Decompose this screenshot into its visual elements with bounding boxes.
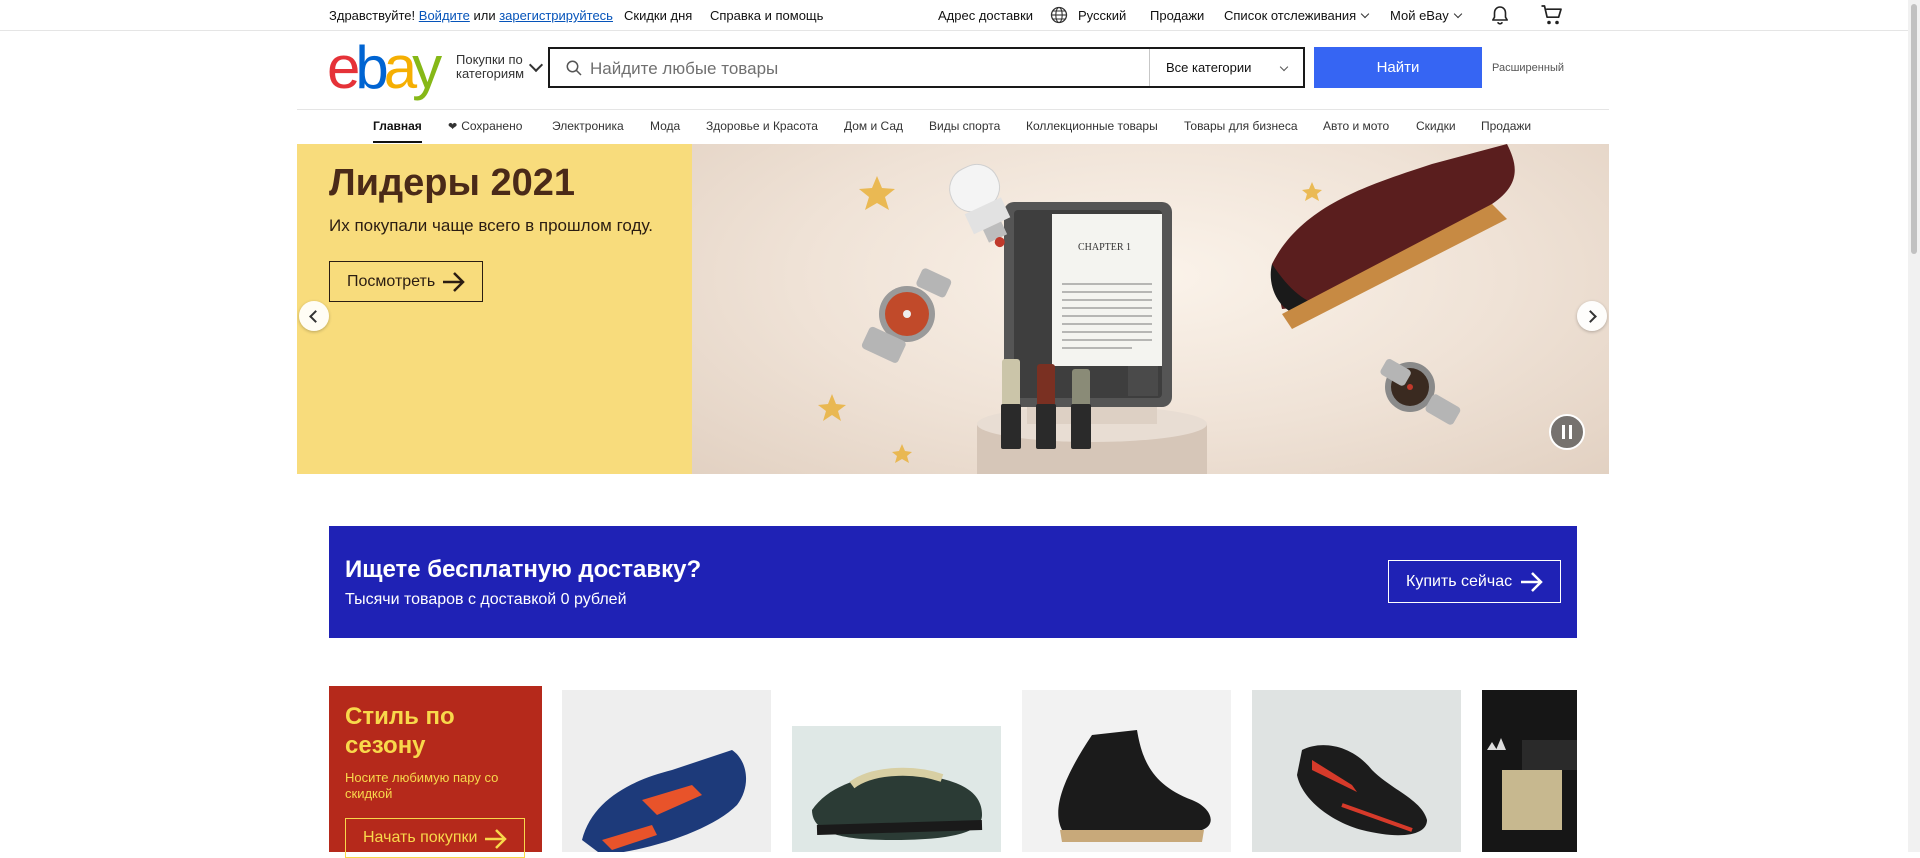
search-bar: Все категории <box>548 47 1305 88</box>
hero-view-button[interactable]: Посмотреть <box>329 261 483 302</box>
football-boot-image <box>582 750 747 852</box>
tab-sports[interactable]: Виды спорта <box>929 119 1000 133</box>
category-select[interactable]: Все категории <box>1149 49 1303 86</box>
carousel-pause-button[interactable] <box>1549 414 1585 450</box>
logo-letter-e: e <box>327 34 360 101</box>
product-card-high-top-sneaker[interactable] <box>1022 690 1231 852</box>
signin-link[interactable]: Войдите <box>419 8 470 23</box>
category-nav: Главная ❤ Сохранено Электроника Мода Здор… <box>297 109 1609 144</box>
carousel-next-button[interactable] <box>1577 301 1607 331</box>
start-shopping-label: Начать покупки <box>363 829 478 846</box>
shop-now-label: Купить сейчас <box>1406 573 1513 590</box>
product-card-basketball-shoe[interactable] <box>792 690 1001 852</box>
running-shoe-image <box>1297 745 1427 836</box>
season-title: Стиль по сезону <box>345 703 455 759</box>
category-select-value: Все категории <box>1166 60 1252 75</box>
chevron-down-icon[interactable] <box>528 57 544 73</box>
scrollbar-thumb[interactable] <box>1911 4 1917 254</box>
advanced-search-link[interactable]: Расширенный <box>1492 62 1564 74</box>
help-link[interactable]: Справка и помощь <box>710 8 823 23</box>
page-scrollbar[interactable] <box>1908 0 1920 852</box>
high-top-sneaker-image <box>1058 730 1211 842</box>
tab-fashion[interactable]: Мода <box>650 119 680 133</box>
arrow-right-icon <box>485 829 507 849</box>
tab-saved[interactable]: ❤ Сохранено <box>448 119 522 133</box>
tab-deals[interactable]: Скидки <box>1416 119 1456 133</box>
logo-letter-y: y <box>412 34 442 101</box>
product-card-running-shoe[interactable] <box>1252 690 1461 852</box>
my-ebay-label: Мой eBay <box>1390 8 1449 23</box>
tab-electronics[interactable]: Электроника <box>552 119 624 133</box>
shop-by-category-button[interactable]: Покупки по категориям <box>456 53 526 81</box>
bell-icon[interactable] <box>1489 4 1511 29</box>
search-input[interactable] <box>588 49 1152 88</box>
logo-letter-a: a <box>383 34 417 101</box>
ship-to-link[interactable]: Адрес доставки <box>938 8 1033 23</box>
tab-health-beauty[interactable]: Здоровье и Красота <box>706 119 818 133</box>
chevron-down-icon <box>1279 62 1289 72</box>
start-shopping-button[interactable]: Начать покупки <box>345 818 525 858</box>
hero-subtitle: Их покупали чаще всего в прошлом году. <box>329 216 653 235</box>
greeting-area: Здравствуйте! Войдите или зарегистрируйт… <box>329 8 613 23</box>
season-style-promo: Стиль по сезону Носите любимую пару со с… <box>329 686 542 858</box>
logo-letter-b: b <box>355 34 388 101</box>
basketball-shoe-image <box>812 767 983 840</box>
tab-business[interactable]: Товары для бизнеса <box>1184 119 1298 133</box>
pause-icon <box>1562 425 1565 439</box>
hero-text-panel: Лидеры 2021 Их покупали чаще всего в про… <box>297 144 692 474</box>
hero-carousel: Лидеры 2021 Их покупали чаще всего в про… <box>297 144 1609 474</box>
arrow-right-icon <box>1521 572 1543 592</box>
register-link[interactable]: зарегистрируйтесь <box>499 8 613 23</box>
arrow-right-icon <box>443 272 465 292</box>
globe-icon[interactable] <box>1050 6 1068 27</box>
tab-motors[interactable]: Авто и мото <box>1323 119 1389 133</box>
chevron-down-icon <box>1453 9 1462 19</box>
watchlist-menu[interactable]: Список отслеживания <box>1224 8 1370 23</box>
free-shipping-banner: Ищете бесплатную доставку? Тысячи товаро… <box>329 526 1577 638</box>
search-icon <box>566 60 582 76</box>
shipping-title: Ищете бесплатную доставку? <box>345 556 702 583</box>
shipping-subtitle: Тысячи товаров с доставкой 0 рублей <box>345 591 627 608</box>
hero-title: Лидеры 2021 <box>329 162 576 204</box>
tab-home[interactable]: Главная <box>373 119 422 133</box>
ebay-logo[interactable]: ebay <box>327 34 447 101</box>
shop-now-button[interactable]: Купить сейчас <box>1388 560 1561 603</box>
watchlist-label: Список отслеживания <box>1224 8 1357 23</box>
tab-saved-label: Сохранено <box>461 119 523 133</box>
my-ebay-menu[interactable]: Мой eBay <box>1390 8 1462 23</box>
chevron-down-icon <box>1360 9 1370 19</box>
daily-deals-link[interactable]: Скидки дня <box>624 8 692 23</box>
language-selector[interactable]: Русский <box>1078 8 1126 23</box>
season-subtitle: Носите любимую пару со скидкой <box>345 770 499 801</box>
tab-sell[interactable]: Продажи <box>1481 119 1531 133</box>
product-card-partial[interactable] <box>1482 690 1577 852</box>
greeting-text: Здравствуйте! <box>329 8 416 23</box>
hero-view-label: Посмотреть <box>347 273 436 290</box>
chevron-right-icon <box>1584 310 1597 323</box>
search-button[interactable]: Найти <box>1314 47 1482 88</box>
chevron-left-icon <box>309 310 322 323</box>
book-chapter-heading: CHAPTER 1 <box>1078 242 1131 253</box>
sell-link[interactable]: Продажи <box>1150 8 1204 23</box>
hero-products-illustration: CHAPTER 1 <box>818 144 1515 474</box>
hero-image[interactable]: CHAPTER 1 <box>692 144 1609 474</box>
active-tab-indicator <box>373 141 422 143</box>
cart-icon[interactable] <box>1540 3 1564 30</box>
partial-product-image <box>1482 690 1577 852</box>
product-card-football-boot[interactable] <box>562 690 771 852</box>
tab-home-garden[interactable]: Дом и Сад <box>844 119 903 133</box>
or-text: или <box>473 8 496 23</box>
top-utility-bar: Здравствуйте! Войдите или зарегистрируйт… <box>0 0 1908 31</box>
tab-collectibles[interactable]: Коллекционные товары <box>1026 119 1158 133</box>
pause-icon <box>1569 425 1572 439</box>
heart-icon: ❤ <box>448 121 458 133</box>
carousel-prev-button[interactable] <box>299 301 329 331</box>
